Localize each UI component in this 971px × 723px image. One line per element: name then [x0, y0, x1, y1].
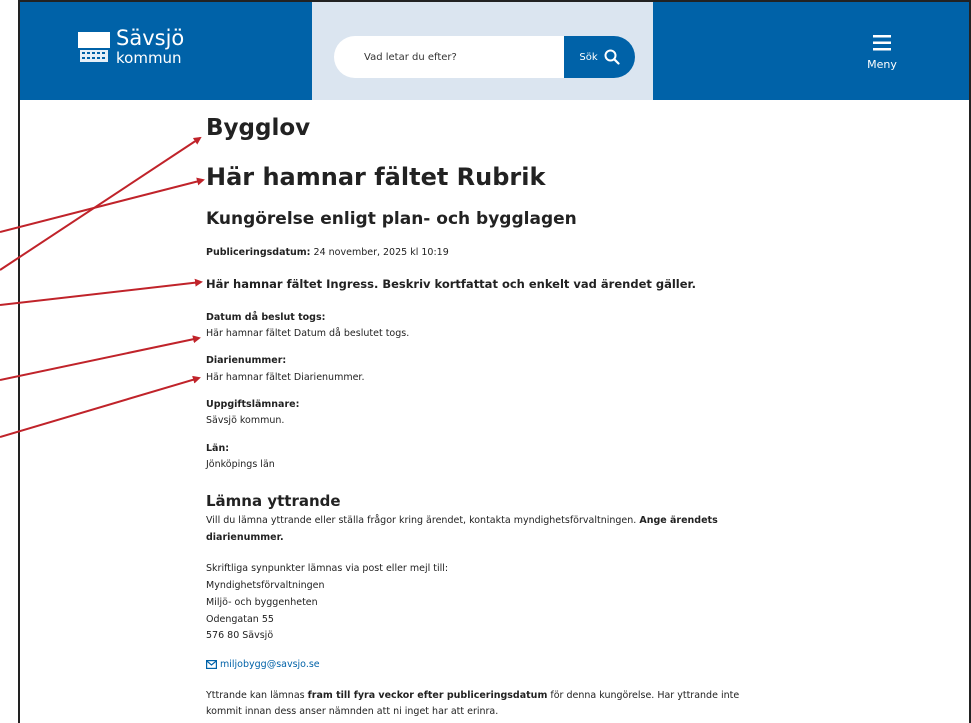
publication-date-label: Publiceringsdatum:: [206, 247, 311, 258]
page-subtitle: Kungörelse enligt plan- och bygglagen: [206, 209, 577, 229]
address-line-department: Myndighetsförvaltningen: [206, 580, 325, 591]
statement-instructions-line2: diarienummer.: [206, 532, 284, 543]
page-category-heading: Bygglov: [206, 115, 311, 141]
email-address: miljobygg@savsjo.se: [220, 659, 320, 670]
deadline-line2: kommit innan dess anser nämnden att ni i…: [206, 706, 499, 717]
site-header: Sävsjö kommun Sök: [20, 2, 969, 100]
section-heading-submit-statement: Lämna yttrande: [206, 492, 341, 510]
statement-instructions-line1: Vill du lämna yttrande eller ställa fråg…: [206, 515, 718, 526]
menu-label: Meny: [867, 58, 897, 71]
browser-page-frame: Sävsjö kommun Sök: [18, 0, 971, 723]
field-value-county: Jönköpings län: [206, 459, 275, 470]
search-input[interactable]: [334, 36, 564, 78]
address-line-postal: 576 80 Sävsjö: [206, 630, 274, 641]
deadline-bold: fram till fyra veckor efter publicerings…: [307, 690, 548, 701]
search-button[interactable]: Sök: [564, 36, 635, 78]
field-label-informant: Uppgiftslämnare:: [206, 399, 300, 410]
search-icon: [604, 49, 620, 65]
logo-text-kommun: kommun: [116, 49, 182, 67]
search-form: Sök: [334, 36, 635, 78]
deadline-line1: Yttrande kan lämnas fram till fyra vecko…: [206, 690, 739, 701]
statement-instructions-bold: Ange ärendets: [639, 515, 718, 526]
page-title: Här hamnar fältet Rubrik: [206, 163, 546, 191]
header-logo-area: Sävsjö kommun: [20, 2, 312, 100]
menu-button[interactable]: Meny: [852, 35, 912, 71]
field-label-decision-date: Datum då beslut togs:: [206, 312, 326, 323]
field-label-case-number: Diarienummer:: [206, 355, 287, 366]
header-menu-area: Meny: [653, 2, 969, 100]
address-intro: Skriftliga synpunkter lämnas via post el…: [206, 563, 449, 574]
field-label-county: Län:: [206, 443, 230, 454]
statement-instructions-text: Vill du lämna yttrande eller ställa fråg…: [206, 515, 637, 526]
address-line-unit: Miljö- och byggenheten: [206, 597, 318, 608]
hamburger-menu-icon: [873, 35, 891, 51]
header-search-area: Sök: [312, 2, 653, 100]
deadline-text-b: för denna kungörelse. Har yttrande inte: [550, 690, 740, 701]
address-line-street: Odengatan 55: [206, 614, 274, 625]
search-button-label: Sök: [579, 51, 598, 63]
envelope-icon: [206, 660, 218, 670]
logo-text-savsjo: Sävsjö: [116, 26, 185, 50]
publication-date: Publiceringsdatum: 24 november, 2025 kl …: [206, 247, 449, 258]
ingress-text: Här hamnar fältet Ingress. Beskriv kortf…: [206, 277, 696, 291]
publication-date-value: 24 november, 2025 kl 10:19: [313, 247, 449, 258]
field-value-informant: Sävsjö kommun.: [206, 415, 285, 426]
deadline-text-a: Yttrande kan lämnas: [206, 690, 305, 701]
email-link[interactable]: miljobygg@savsjo.se: [206, 659, 320, 670]
field-value-case-number: Här hamnar fältet Diarienummer.: [206, 372, 365, 383]
field-value-decision-date: Här hamnar fältet Datum då beslutet togs…: [206, 328, 410, 339]
municipality-logo-icon: [78, 32, 110, 64]
